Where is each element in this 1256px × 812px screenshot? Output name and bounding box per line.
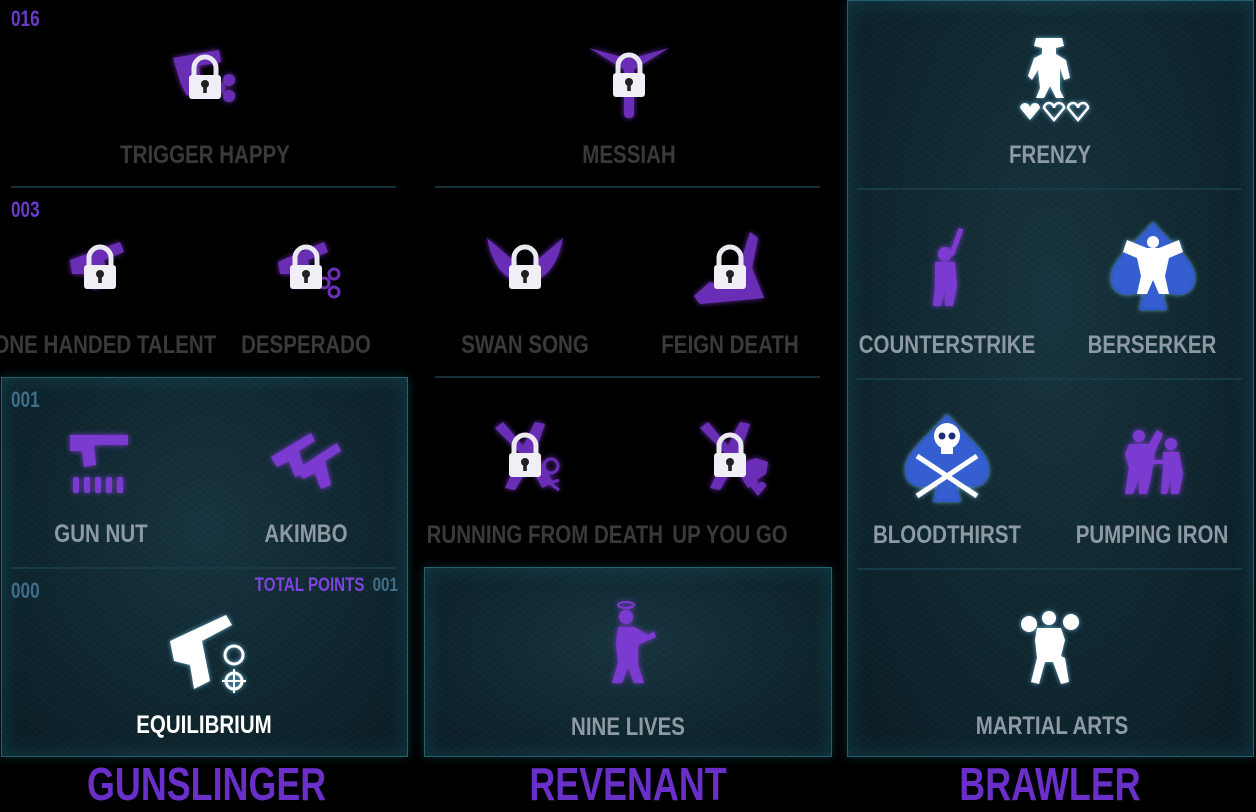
messiah-label: MESSIAH <box>582 141 676 169</box>
running-from-death-label: RUNNING FROM DEATH <box>426 521 664 549</box>
desperado-perk[interactable] <box>256 218 356 318</box>
running-from-death-icon <box>495 422 560 492</box>
revenant-tier4-row: MESSIAH <box>424 0 834 188</box>
revenant-tier3-row: SWAN SONG FEIGN DEATH <box>424 190 834 378</box>
up-you-go-perk[interactable] <box>680 408 780 508</box>
frenzy-label: FRENZY <box>1009 141 1091 169</box>
messiah-icon <box>589 48 669 118</box>
tier-counter: 003 <box>11 197 40 222</box>
pumping-iron-icon <box>1125 430 1183 494</box>
nine-lives-icon <box>612 601 656 683</box>
martial-arts-perk[interactable] <box>1001 596 1101 696</box>
bloodthirst-icon <box>905 414 989 502</box>
tier-counter: 016 <box>11 6 40 31</box>
feign-death-perk[interactable] <box>680 218 780 318</box>
tree-tab-gunslinger[interactable]: GUNSLINGER <box>87 756 326 812</box>
counterstrike-label: COUNTERSTRIKE <box>858 331 1036 359</box>
brawler-panel: FRENZY COUNTERSTRIKE BERSERKER BLOODTHIR… <box>847 0 1254 757</box>
equilibrium-icon <box>170 615 246 693</box>
divider <box>11 186 396 188</box>
gunslinger-tier2-panel: 001 GUN NUT AKIMBO 000 TOTAL POINTS 001 <box>1 377 408 757</box>
divider <box>857 188 1242 190</box>
revenant-tier1-panel: NINE LIVES <box>424 567 832 757</box>
counterstrike-perk[interactable] <box>897 216 997 316</box>
frenzy-icon <box>1020 38 1090 122</box>
trigger-happy-perk[interactable] <box>155 28 255 128</box>
total-points: TOTAL POINTS 001 <box>255 575 398 597</box>
total-points-label: TOTAL POINTS <box>254 575 365 596</box>
tree-tab-revenant[interactable]: REVENANT <box>511 756 745 812</box>
gun-nut-icon <box>70 435 128 493</box>
bloodthirst-perk[interactable] <box>897 408 997 508</box>
swan-song-icon <box>487 238 563 318</box>
martial-arts-label: MARTIAL ARTS <box>975 712 1129 740</box>
swan-song-label: SWAN SONG <box>461 331 589 359</box>
equilibrium-perk[interactable] <box>154 601 254 701</box>
bloodthirst-label: BLOODTHIRST <box>872 521 1022 549</box>
revenant-tier2-row: RUNNING FROM DEATH UP YOU GO <box>424 378 834 566</box>
divider <box>857 378 1242 380</box>
akimbo-label: AKIMBO <box>264 520 348 548</box>
desperado-label: DESPERADO <box>241 331 371 359</box>
gun-nut-perk[interactable] <box>50 413 150 513</box>
up-you-go-label: UP YOU GO <box>672 521 788 549</box>
desperado-icon <box>278 242 341 299</box>
one-handed-talent-label: ONE HANDED TALENT <box>0 331 217 359</box>
one-handed-talent-perk[interactable] <box>50 218 150 318</box>
nine-lives-label: NINE LIVES <box>571 713 685 741</box>
swan-song-perk[interactable] <box>475 218 575 318</box>
tier-counter: 001 <box>11 387 40 412</box>
berserker-icon <box>1111 222 1195 310</box>
trigger-happy-icon <box>173 50 235 102</box>
counterstrike-icon <box>933 227 964 306</box>
gun-nut-label: GUN NUT <box>54 520 148 548</box>
feign-death-icon <box>694 232 764 304</box>
up-you-go-icon <box>700 422 768 496</box>
pumping-iron-perk[interactable] <box>1103 408 1203 508</box>
berserker-label: BERSERKER <box>1087 331 1217 359</box>
akimbo-icon <box>271 433 341 489</box>
gunslinger-tier4-row: 016 TRIGGER HAPPY <box>0 0 410 188</box>
martial-arts-icon <box>1021 611 1079 684</box>
gunslinger-tier3-row: 003 ONE HANDED TALENT DESPERADO <box>0 190 410 376</box>
total-points-value: 001 <box>372 575 398 596</box>
trigger-happy-label: TRIGGER HAPPY <box>120 141 290 169</box>
nine-lives-perk[interactable] <box>578 593 678 693</box>
tree-tab-brawler[interactable]: BRAWLER <box>933 756 1167 812</box>
divider <box>435 186 820 188</box>
berserker-perk[interactable] <box>1103 216 1203 316</box>
frenzy-perk[interactable] <box>1000 28 1100 128</box>
pumping-iron-label: PUMPING IRON <box>1075 521 1229 549</box>
feign-death-label: FEIGN DEATH <box>661 331 799 359</box>
messiah-perk[interactable] <box>579 28 679 128</box>
divider <box>857 568 1242 570</box>
running-from-death-perk[interactable] <box>475 408 575 508</box>
tier-counter: 000 <box>11 578 40 603</box>
pistol-one-hand-icon <box>70 242 124 318</box>
equilibrium-label: EQUILIBRIUM <box>136 711 272 739</box>
divider <box>11 567 396 569</box>
akimbo-perk[interactable] <box>257 413 357 513</box>
